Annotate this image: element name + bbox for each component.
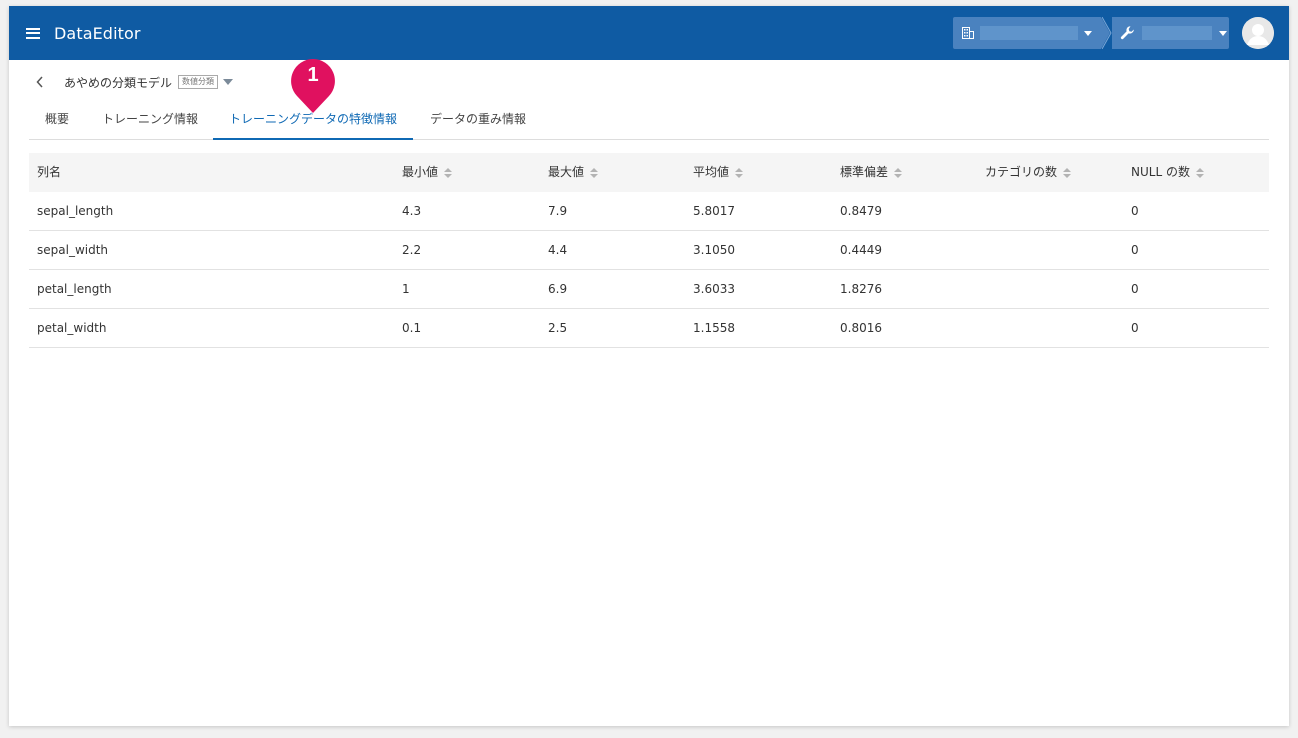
tool-select[interactable]	[1112, 17, 1229, 49]
cell-mean: 3.1050	[693, 243, 735, 257]
cell-mean: 5.8017	[693, 204, 735, 218]
app-title: DataEditor	[54, 23, 141, 43]
breadcrumb-arrow-icon	[1102, 17, 1112, 49]
column-label: 標準偏差	[840, 165, 889, 179]
table-row: petal_width 0.1 2.5 1.1558 0.8016 0	[29, 309, 1269, 348]
table-row: sepal_length 4.3 7.9 5.8017 0.8479 0	[29, 192, 1269, 231]
sort-icon[interactable]	[1195, 167, 1204, 179]
chevron-down-icon	[1219, 30, 1227, 36]
cell-min: 1	[402, 282, 410, 296]
tab-training-info[interactable]: トレーニング情報	[89, 104, 211, 140]
sort-icon[interactable]	[735, 167, 744, 179]
cell-max: 6.9	[548, 282, 568, 296]
table-row: petal_length 1 6.9 3.6033 1.8276 0	[29, 270, 1269, 309]
cell-null-count: 0	[1131, 282, 1139, 296]
column-label: NULL の数	[1131, 165, 1190, 179]
feature-table: 列名 最小値 最大値 平均値 標準偏差 カテゴリの数 NULL の数 sepal…	[29, 153, 1269, 348]
sort-icon[interactable]	[894, 167, 903, 179]
app-window: DataEditor あやめの分類モデル 数値分類 概要 トレーニング情報 トレ…	[9, 6, 1289, 726]
column-header-max[interactable]: 最大値	[548, 153, 599, 192]
column-label: 平均値	[693, 165, 730, 179]
building-icon	[962, 27, 974, 39]
user-avatar-icon[interactable]	[1242, 17, 1274, 49]
sort-icon[interactable]	[590, 167, 599, 179]
chevron-down-icon	[1084, 30, 1092, 36]
model-name: あやめの分類モデル	[64, 75, 173, 90]
column-label: カテゴリの数	[985, 165, 1058, 179]
organization-value	[980, 26, 1078, 40]
column-label: 列名	[37, 165, 62, 179]
cell-name: petal_width	[37, 321, 107, 335]
cell-min: 4.3	[402, 204, 422, 218]
model-type-badge: 数値分類	[178, 75, 219, 89]
table-row: sepal_width 2.2 4.4 3.1050 0.4449 0	[29, 231, 1269, 270]
cell-mean: 3.6033	[693, 282, 735, 296]
hamburger-menu-icon[interactable]	[26, 27, 40, 39]
column-header-null-count[interactable]: NULL の数	[1131, 153, 1204, 192]
wrench-icon	[1120, 26, 1134, 40]
breadcrumb: あやめの分類モデル 数値分類	[36, 72, 234, 92]
tab-data-weights[interactable]: データの重み情報	[417, 104, 539, 140]
cell-max: 7.9	[548, 204, 568, 218]
cell-stddev: 1.8276	[840, 282, 882, 296]
cell-mean: 1.1558	[693, 321, 735, 335]
cell-stddev: 0.8479	[840, 204, 882, 218]
cell-min: 0.1	[402, 321, 422, 335]
tab-bar: 概要 トレーニング情報 トレーニングデータの特徴情報 データの重み情報	[29, 104, 1269, 140]
callout-marker: 1	[289, 57, 337, 119]
table-header: 列名 最小値 最大値 平均値 標準偏差 カテゴリの数 NULL の数	[29, 153, 1269, 192]
cell-stddev: 0.4449	[840, 243, 882, 257]
top-bar: DataEditor	[9, 6, 1289, 60]
cell-stddev: 0.8016	[840, 321, 882, 335]
cell-name: petal_length	[37, 282, 112, 296]
callout-number: 1	[307, 64, 319, 86]
cell-null-count: 0	[1131, 321, 1139, 335]
back-arrow-icon[interactable]	[36, 72, 50, 92]
column-label: 最大値	[548, 165, 585, 179]
cell-null-count: 0	[1131, 204, 1139, 218]
cell-null-count: 0	[1131, 243, 1139, 257]
column-label: 最小値	[402, 165, 439, 179]
cell-min: 2.2	[402, 243, 422, 257]
tool-value	[1142, 26, 1212, 40]
column-header-stddev[interactable]: 標準偏差	[840, 153, 903, 192]
cell-name: sepal_width	[37, 243, 109, 257]
sort-icon[interactable]	[444, 167, 453, 179]
cell-max: 4.4	[548, 243, 568, 257]
tab-overview[interactable]: 概要	[29, 104, 85, 140]
organization-select[interactable]	[953, 17, 1101, 49]
column-header-mean[interactable]: 平均値	[693, 153, 744, 192]
caret-down-icon[interactable]	[223, 79, 234, 85]
sort-icon[interactable]	[1063, 167, 1072, 179]
column-header-category-count[interactable]: カテゴリの数	[985, 153, 1072, 192]
column-header-name: 列名	[37, 153, 61, 192]
person-icon	[1242, 17, 1274, 49]
cell-name: sepal_length	[37, 204, 114, 218]
column-header-min[interactable]: 最小値	[402, 153, 453, 192]
cell-max: 2.5	[548, 321, 568, 335]
